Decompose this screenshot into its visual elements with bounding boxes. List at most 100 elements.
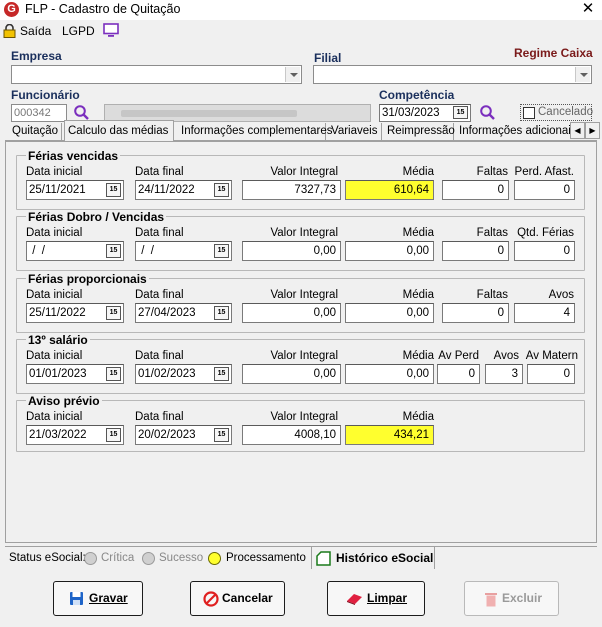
ferias-dobro-title: Férias Dobro / Vencidas	[26, 210, 167, 224]
window-title: FLP - Cadastro de Quitação	[25, 2, 181, 16]
calendar-icon[interactable]: 15	[106, 183, 121, 197]
aviso-previo-data-inicial[interactable]: 21/03/2022 15	[26, 425, 124, 445]
label-avos: Avos	[548, 289, 574, 301]
calendar-icon[interactable]: 15	[106, 244, 121, 258]
menu-lgpd[interactable]: LGPD	[62, 24, 95, 38]
decimo-terceiro-media[interactable]: 0,00	[345, 364, 434, 384]
excluir-button[interactable]: Excluir	[464, 581, 559, 616]
regime-caixa-label: Regime Caixa	[514, 46, 593, 60]
tab-reimpressao[interactable]: Reimpressão	[384, 123, 455, 140]
aviso-previo-data-final[interactable]: 20/02/2023 15	[135, 425, 232, 445]
decimo-terceiro-av-perd[interactable]: 0	[437, 364, 480, 384]
ferias-dobro-data-final[interactable]: / /15	[135, 241, 232, 261]
tab-informacoes-adicionais[interactable]: Informações adicionais	[456, 123, 570, 140]
filial-select[interactable]	[313, 65, 592, 84]
checkbox-box[interactable]	[523, 107, 535, 119]
ferias-vencidas-perd-afast[interactable]: 0	[514, 180, 575, 200]
ferias-dobro-qtd-ferias[interactable]: 0	[514, 241, 575, 261]
sucesso-label: Sucesso	[159, 552, 204, 564]
document-icon	[316, 551, 331, 566]
label-faltas: Faltas	[476, 166, 508, 178]
decimo-terceiro-data-final[interactable]: 01/02/2023 15	[135, 364, 232, 384]
ferias-dobro-media[interactable]: 0,00	[345, 241, 434, 261]
ferias-vencidas-faltas[interactable]: 0	[442, 180, 509, 200]
status-esocial-label: Status eSocial:	[9, 552, 86, 564]
calendar-icon[interactable]: 15	[214, 244, 229, 258]
empresa-select[interactable]	[11, 65, 302, 84]
gravar-button[interactable]: Gravar	[53, 581, 143, 616]
label-data-final: Data final	[135, 227, 184, 239]
empresa-label: Empresa	[11, 49, 62, 63]
search-icon[interactable]	[479, 104, 496, 121]
ferias-dobro-valor-integral[interactable]: 0,00	[242, 241, 341, 261]
historico-esocial-button[interactable]: Histórico eSocial	[311, 547, 435, 569]
limpar-button[interactable]: Limpar	[327, 581, 425, 616]
redacted-name-block	[121, 110, 297, 117]
calendar-icon[interactable]: 15	[106, 306, 121, 320]
tab-scroll-left-button[interactable]: ◀	[570, 122, 585, 139]
menu-exit[interactable]: Saída	[3, 22, 51, 40]
aviso-previo-media[interactable]: 434,21	[345, 425, 434, 445]
ferias-proporcionais-media[interactable]: 0,00	[345, 303, 434, 323]
ferias-proporcionais-data-final[interactable]: 27/04/2023 15	[135, 303, 232, 323]
cancelado-checkbox[interactable]: Cancelado	[520, 104, 593, 121]
aviso-previo-valor-integral[interactable]: 4008,10	[242, 425, 341, 445]
cancelado-label: Cancelado	[538, 106, 593, 118]
label-avos: Avos	[493, 350, 519, 362]
tab-quitacao[interactable]: Quitação	[9, 123, 62, 140]
calendar-icon[interactable]: 15	[106, 367, 121, 381]
calendar-icon[interactable]: 15	[214, 306, 229, 320]
chevron-down-icon[interactable]	[285, 67, 300, 82]
label-media: Média	[402, 227, 434, 239]
cancelar-button[interactable]: Cancelar	[190, 581, 285, 616]
ferias-proporcionais-valor-integral[interactable]: 0,00	[242, 303, 341, 323]
ferias-vencidas-data-inicial[interactable]: 25/11/2021 15	[26, 180, 124, 200]
ferias-proporcionais-faltas[interactable]: 0	[442, 303, 509, 323]
funcionario-label: Funcionário	[11, 88, 80, 102]
label-data-inicial: Data inicial	[26, 166, 83, 178]
decimo-terceiro-data-inicial[interactable]: 01/01/2023 15	[26, 364, 124, 384]
calendar-icon[interactable]: 15	[214, 183, 229, 197]
limpar-label: Limpar	[367, 591, 408, 605]
ferias-vencidas-valor-integral[interactable]: 7327,73	[242, 180, 341, 200]
search-icon[interactable]	[73, 104, 90, 121]
ferias-proporcionais-avos[interactable]: 4	[514, 303, 575, 323]
decimo-terceiro-av-matern[interactable]: 0	[527, 364, 575, 384]
label-valor-integral: Valor Integral	[270, 289, 338, 301]
tab-scroll-right-button[interactable]: ▶	[585, 122, 600, 139]
ferias-vencidas-media[interactable]: 610,64	[345, 180, 434, 200]
monitor-icon[interactable]	[103, 23, 119, 38]
ferias-vencidas-data-final[interactable]: 24/11/2022 15	[135, 180, 232, 200]
menu-exit-label: Saída	[20, 24, 52, 38]
decimo-terceiro-avos[interactable]: 3	[485, 364, 523, 384]
label-data-inicial: Data inicial	[26, 411, 83, 423]
close-window-button[interactable]: ✕	[578, 0, 598, 19]
tab-variaveis[interactable]: Variaveis	[328, 123, 382, 140]
decimo-terceiro-title: 13º salário	[26, 333, 90, 347]
app-logo-icon: G	[4, 2, 19, 17]
ferias-proporcionais-title: Férias proporcionais	[26, 272, 149, 286]
tab-informacoes-complementares[interactable]: Informações complementares	[178, 123, 332, 140]
funcionario-code-input[interactable]: 000342	[11, 104, 67, 122]
ferias-dobro-data-inicial[interactable]: / /15	[26, 241, 124, 261]
label-faltas: Faltas	[476, 289, 508, 301]
window: G FLP - Cadastro de Quitação ✕ Saída LGP…	[0, 0, 602, 627]
calendar-icon[interactable]: 15	[214, 367, 229, 381]
chevron-down-icon[interactable]	[575, 67, 590, 82]
menu-bar: Saída LGPD	[0, 20, 602, 42]
label-qtd-ferias: Qtd. Férias	[517, 227, 574, 239]
decimo-terceiro-valor-integral[interactable]: 0,00	[242, 364, 341, 384]
tab-calculo-medias[interactable]: Calculo das médias	[64, 120, 174, 142]
competencia-label: Competência	[379, 88, 455, 102]
aviso-previo-title: Aviso prévio	[26, 394, 102, 408]
ferias-proporcionais-data-inicial[interactable]: 25/11/2022 15	[26, 303, 124, 323]
label-valor-integral: Valor Integral	[270, 227, 338, 239]
calendar-icon[interactable]: 15	[453, 106, 468, 119]
label-valor-integral: Valor Integral	[270, 411, 338, 423]
ferias-dobro-faltas[interactable]: 0	[442, 241, 509, 261]
label-data-final: Data final	[135, 289, 184, 301]
calendar-icon[interactable]: 15	[106, 428, 121, 442]
competencia-input[interactable]: 31/03/2023 15	[379, 104, 471, 122]
cancel-icon	[203, 591, 219, 607]
calendar-icon[interactable]: 15	[214, 428, 229, 442]
